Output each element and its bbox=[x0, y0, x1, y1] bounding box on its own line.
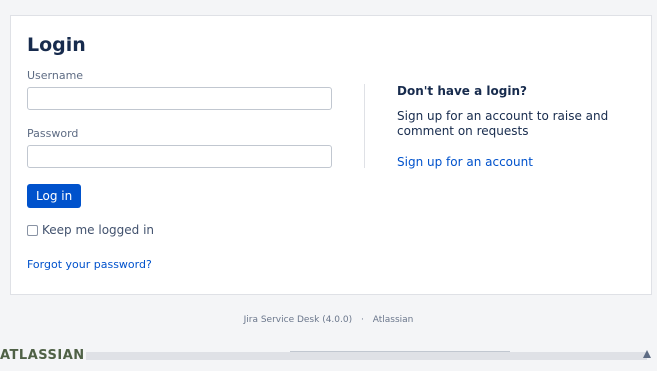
keep-logged-in-label[interactable]: Keep me logged in bbox=[42, 223, 154, 237]
username-input[interactable] bbox=[27, 87, 332, 110]
signup-description: Sign up for an account to raise and comm… bbox=[397, 109, 609, 138]
triangle-icon bbox=[643, 350, 651, 358]
footer-product-link[interactable]: Jira Service Desk (4.0.0) bbox=[244, 315, 353, 325]
footer-separator: · bbox=[361, 315, 364, 325]
keep-logged-in-checkbox[interactable] bbox=[27, 224, 38, 236]
password-input[interactable] bbox=[27, 145, 332, 168]
column-divider bbox=[364, 84, 365, 168]
atlassian-logo: ATLASSIAN bbox=[0, 348, 85, 363]
bottom-bar bbox=[86, 352, 647, 360]
login-card: Login Username Password Log in Keep me l… bbox=[10, 15, 652, 295]
forgot-password-link[interactable]: Forgot your password? bbox=[27, 258, 152, 271]
signup-link[interactable]: Sign up for an account bbox=[397, 155, 533, 169]
username-label: Username bbox=[27, 69, 84, 82]
password-label: Password bbox=[27, 127, 79, 140]
page-title: Login bbox=[27, 34, 86, 56]
keep-logged-in-row[interactable]: Keep me logged in bbox=[27, 223, 154, 237]
footer-vendor-link[interactable]: Atlassian bbox=[373, 315, 414, 325]
footer: Jira Service Desk (4.0.0) · Atlassian bbox=[0, 315, 657, 325]
login-button[interactable]: Log in bbox=[27, 184, 82, 208]
bottom-divider bbox=[290, 351, 510, 352]
signup-heading: Don't have a login? bbox=[397, 84, 527, 98]
